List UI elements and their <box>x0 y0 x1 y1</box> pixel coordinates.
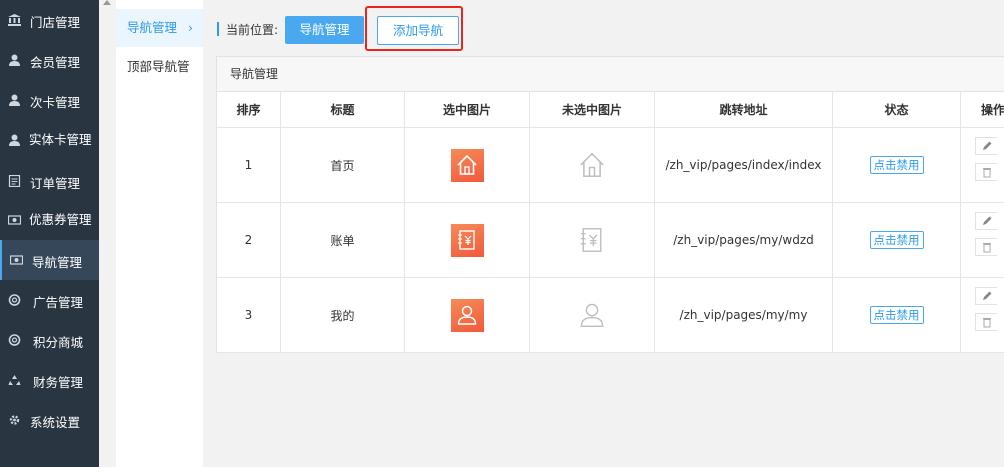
scroll-up-arrow[interactable] <box>103 0 111 5</box>
house-icon <box>450 148 484 182</box>
sub-navigation: 导航管理 › 顶部导航管 <box>116 0 203 467</box>
column-header: 选中图片 <box>405 92 530 128</box>
edit-button[interactable] <box>975 212 997 230</box>
cell-title: 首页 <box>281 128 405 203</box>
cell-selected-image <box>405 203 530 278</box>
sidebar-item-label: 导航管理 <box>32 255 83 270</box>
column-header: 标题 <box>281 92 405 128</box>
money-icon <box>10 255 23 265</box>
life-ring-icon <box>8 294 21 306</box>
disable-button[interactable]: 点击禁用 <box>869 156 924 174</box>
sidebar-item-label: 会员管理 <box>30 55 81 70</box>
bank-icon <box>8 14 21 26</box>
column-header: 操作 <box>961 92 1004 128</box>
sidebar-item-physical-card[interactable]: 实体卡管理 <box>0 120 99 168</box>
sidebar-item-orders[interactable]: 订单管理 <box>0 168 99 200</box>
cell-actions <box>961 128 1004 203</box>
pencil-icon <box>982 141 991 150</box>
subnav-item-top-navigation[interactable]: 顶部导航管 <box>116 48 203 86</box>
delete-button[interactable] <box>975 163 997 181</box>
column-header: 跳转地址 <box>655 92 833 128</box>
person-icon <box>580 303 604 327</box>
cell-status: 点击禁用 <box>833 128 961 203</box>
house-icon <box>580 152 604 177</box>
column-header: 状态 <box>833 92 961 128</box>
life-ring-icon <box>8 334 21 346</box>
sidebar-item-points-mall[interactable]: 积分商城 <box>0 320 99 360</box>
sidebar-item-members[interactable]: 会员管理 <box>0 40 99 80</box>
subnav-item-label: 顶部导航管 <box>127 59 190 74</box>
recycle-icon <box>8 375 21 385</box>
sidebar-item-coupons[interactable]: 优惠券管理 <box>0 200 99 240</box>
bill-icon <box>450 223 484 257</box>
subnav-item-navigation[interactable]: 导航管理 › <box>116 9 203 47</box>
cell-unselected-image <box>530 128 655 203</box>
disable-button[interactable]: 点击禁用 <box>869 231 924 249</box>
chevron-right-icon: › <box>188 20 193 35</box>
trash-icon <box>982 318 991 328</box>
person-icon <box>450 298 484 332</box>
sidebar-item-label: 次卡管理 <box>30 95 81 110</box>
sidebar-item-label: 门店管理 <box>30 15 81 30</box>
edit-button[interactable] <box>975 287 997 305</box>
cell-url: /zh_vip/pages/my/wdzd <box>655 203 833 278</box>
bill-icon <box>580 228 602 252</box>
pencil-icon <box>982 216 991 225</box>
user-icon <box>9 54 20 66</box>
cell-order: 2 <box>217 203 281 278</box>
sidebar: 门店管理 会员管理 次卡管理 实体卡管理 订单管理 优惠券管理 导航管理 广告管… <box>0 0 99 467</box>
trash-icon <box>982 168 991 178</box>
edit-button[interactable] <box>975 137 997 155</box>
column-header: 未选中图片 <box>530 92 655 128</box>
sidebar-item-label: 系统设置 <box>30 415 81 430</box>
disable-button[interactable]: 点击禁用 <box>869 306 924 324</box>
cell-order: 1 <box>217 128 281 203</box>
cell-unselected-image <box>530 278 655 353</box>
subnav-item-label: 导航管理 <box>127 20 178 35</box>
cell-order: 3 <box>217 278 281 353</box>
cell-selected-image <box>405 278 530 353</box>
cell-url: /zh_vip/pages/index/index <box>655 128 833 203</box>
main-content: 当前位置: 导航管理 添加导航 导航管理 排序 标题 选中图片 未选中图片 跳转… <box>204 0 1004 467</box>
cell-status: 点击禁用 <box>833 278 961 353</box>
sidebar-item-label: 订单管理 <box>30 176 81 191</box>
breadcrumb-current-button[interactable]: 导航管理 <box>285 16 364 44</box>
navigation-panel: 导航管理 排序 标题 选中图片 未选中图片 跳转地址 状态 操作 1 首页 /z… <box>216 56 1004 353</box>
delete-button[interactable] <box>975 313 997 331</box>
cell-actions <box>961 203 1004 278</box>
gear-icon <box>9 415 20 425</box>
breadcrumb-label: 当前位置: <box>226 23 279 37</box>
sidebar-item-settings[interactable]: 系统设置 <box>0 400 99 440</box>
user-icon <box>9 94 20 106</box>
sidebar-item-times-card[interactable]: 次卡管理 <box>0 80 99 120</box>
pencil-icon <box>982 291 991 300</box>
add-navigation-button[interactable]: 添加导航 <box>377 16 459 45</box>
cell-status: 点击禁用 <box>833 203 961 278</box>
panel-title: 导航管理 <box>217 57 1004 92</box>
trash-icon <box>982 243 991 253</box>
sidebar-item-label: 优惠券管理 <box>29 212 92 227</box>
sidebar-item-label: 积分商城 <box>33 335 84 350</box>
sidebar-item-finance[interactable]: 财务管理 <box>0 360 99 400</box>
cell-actions <box>961 278 1004 353</box>
sidebar-item-label: 实体卡管理 <box>29 132 92 147</box>
sidebar-item-label: 广告管理 <box>33 295 84 310</box>
sidebar-item-navigation[interactable]: 导航管理 <box>0 240 99 280</box>
column-header: 排序 <box>217 92 281 128</box>
cell-url: /zh_vip/pages/my/my <box>655 278 833 353</box>
document-icon <box>8 175 21 187</box>
breadcrumb-marker <box>217 22 219 36</box>
sidebar-item-label: 财务管理 <box>33 375 84 390</box>
delete-button[interactable] <box>975 238 997 256</box>
cell-title: 账单 <box>281 203 405 278</box>
cell-title: 我的 <box>281 278 405 353</box>
cell-selected-image <box>405 128 530 203</box>
sidebar-item-ads[interactable]: 广告管理 <box>0 280 99 320</box>
cell-unselected-image <box>530 203 655 278</box>
sidebar-item-store[interactable]: 门店管理 <box>0 0 99 40</box>
